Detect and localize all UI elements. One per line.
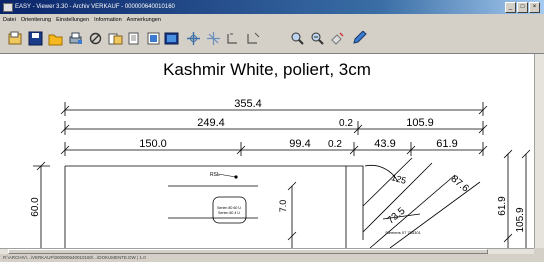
print-icon[interactable] [68,31,83,46]
cutout-label-2: Serien 80 4 U [218,211,240,215]
crosshair-icon[interactable] [186,31,201,46]
dim-249-4: 249.4 [197,117,225,129]
status-bar: R:\ARCHIV\...\VERKAUF\000000640010160\..… [0,254,544,262]
zoom-in-icon[interactable] [290,31,305,46]
app-window: EASY - Viewer 3.30 - Archiv VERKAUF - 00… [0,0,544,262]
dim-43-9: 43.9 [374,138,395,150]
page-icon[interactable] [126,31,141,46]
pen-icon[interactable] [352,31,367,46]
menu-bar: Datei Orientierung Einstellungen Informa… [0,15,544,26]
dim-0-2-a: 0.2 [339,118,353,129]
dim-61-9-b: 61.9 [497,196,508,216]
window-controls: _ □ × [505,2,540,13]
cutout-label-1: Serien 80 60 U [217,206,241,210]
save-icon[interactable] [28,31,43,46]
dim-99-4: 99.4 [289,138,310,150]
dim-105-9-a: 105.9 [406,117,434,129]
hob-label: RSL [210,172,220,178]
maximize-button[interactable]: □ [517,2,528,13]
drawing-canvas[interactable]: Kashmir White, poliert, 3cm 355.4 249.4 … [0,54,534,248]
dim-150: 150.0 [139,138,167,150]
dim-61-9-a: 61.9 [436,138,457,150]
window-title: EASY - Viewer 3.30 - Archiv VERKAUF - 00… [15,4,175,10]
menu-anmerkungen[interactable]: Anmerkungen [127,15,161,26]
menu-datei[interactable]: Datei [3,15,16,26]
toolbar [0,27,544,54]
open-icon[interactable] [8,31,23,46]
hand-icon[interactable] [310,31,325,46]
menu-einstellungen[interactable]: Einstellungen [56,15,89,26]
title-bar: EASY - Viewer 3.30 - Archiv VERKAUF - 00… [0,0,544,14]
dim-87-6: 87.6 [449,174,471,195]
close-button[interactable]: × [529,2,540,13]
dim-73-5: 73.5 [385,205,407,226]
measure-icon[interactable] [226,31,241,46]
menu-orientierung[interactable]: Orientierung [21,15,51,26]
dim-60-0: 60.0 [30,197,41,217]
fit-page-icon[interactable] [146,31,161,46]
menu-information[interactable]: Information [94,15,122,26]
minimize-button[interactable]: _ [505,2,516,13]
help-icon[interactable] [330,31,345,46]
dim-105-9-b: 105.9 [515,207,526,232]
copy-icon[interactable] [108,31,123,46]
grid-icon[interactable] [206,31,221,46]
vertical-scrollbar[interactable] [534,54,544,248]
app-icon [3,3,13,12]
status-text: R:\ARCHIV\...\VERKAUF\000000640010160\..… [3,255,146,260]
dim-125: 125 [390,172,407,186]
image-icon[interactable] [164,31,179,46]
zoom-icon[interactable] [246,31,261,46]
dim-355-4: 355.4 [234,98,262,110]
sink-label: Siemens 07 785301 [385,230,421,235]
dim-0-2-b: 0.2 [328,139,342,150]
technical-drawing: 355.4 249.4 0.2 105.9 150.0 99.4 0.2 43.… [30,98,531,248]
rotate-icon[interactable] [88,31,103,46]
folder-icon[interactable] [48,31,63,46]
dim-7-0: 7.0 [278,200,288,213]
